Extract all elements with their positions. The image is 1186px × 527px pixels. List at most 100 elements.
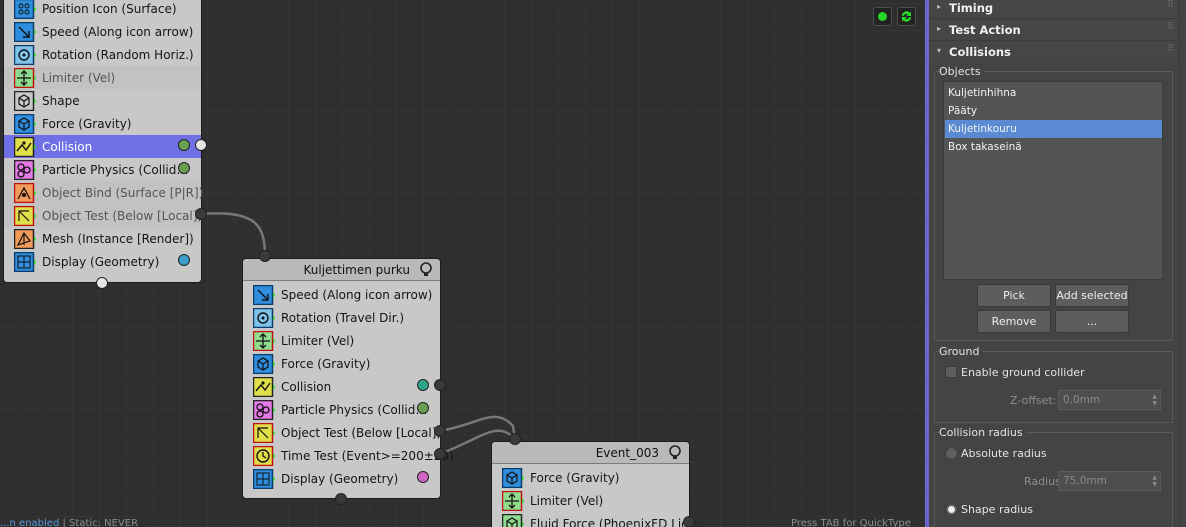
operator-label: Object Bind (Surface [P|R]) <box>42 185 204 200</box>
operator-row[interactable]: Mesh (Instance [Render]) <box>4 227 201 250</box>
node-a-test-output-port[interactable] <box>195 208 207 220</box>
operator-label: Mesh (Instance [Render]) <box>42 231 194 246</box>
radius-value[interactable]: 75,0mm <box>1063 475 1107 487</box>
operator-row[interactable]: Shape <box>4 89 201 112</box>
operator-row[interactable]: Force (Gravity) <box>243 352 440 375</box>
node-title[interactable]: Kuljettimen purku <box>243 259 440 281</box>
node-title[interactable]: Event_003 <box>492 442 689 464</box>
object-list-item[interactable]: Kuljetinhihna <box>945 84 1162 102</box>
node-b-bottom-port[interactable] <box>335 493 347 505</box>
operator-row[interactable]: Collision <box>243 375 440 398</box>
speed-icon <box>253 284 275 305</box>
operator-label: Force (Gravity) <box>281 356 371 371</box>
node-b-collision-output-port[interactable] <box>434 379 446 391</box>
particle-physics-port[interactable] <box>178 162 190 174</box>
node-b-time-test-output-port[interactable] <box>434 448 446 460</box>
node-b-object-test-output-port[interactable] <box>434 425 446 437</box>
operator-row[interactable]: Rotation (Random Horiz.) <box>4 43 201 66</box>
operator-row[interactable]: Object Test (Below [Local]) <box>4 204 202 227</box>
spinner-arrows-icon[interactable]: ▲ ▼ <box>1152 474 1157 488</box>
particle-physics-port[interactable] <box>417 402 429 414</box>
enable-ground-collider-checkbox[interactable] <box>945 366 957 378</box>
operator-row[interactable]: Rotation (Travel Dir.) <box>243 306 440 329</box>
rollout-test-action[interactable]: ▸ Test Action ⠿ <box>929 20 1177 41</box>
operator-label: Particle Physics (Collid… <box>281 402 428 417</box>
rollout-title: Timing <box>949 1 994 15</box>
operator-row[interactable]: Limiter (Vel) <box>243 329 440 352</box>
status-link[interactable]: ...n enabled <box>0 518 59 527</box>
bulb-icon[interactable] <box>668 445 682 461</box>
green-dot-button[interactable] <box>873 7 892 26</box>
object-list-item[interactable]: Pääty <box>945 102 1162 120</box>
operator-row[interactable]: Speed (Along icon arrow) <box>4 20 201 43</box>
operator-row[interactable]: Force (Gravity) <box>492 466 689 489</box>
object-test-icon <box>14 205 36 226</box>
grip-icon[interactable]: ⠿ <box>1167 22 1174 32</box>
rotation-icon <box>253 307 275 328</box>
rollout-timing[interactable]: ▸ Timing ⠿ <box>929 0 1177 19</box>
shape-radius-label[interactable]: Shape radius <box>961 503 1033 516</box>
refresh-icon[interactable] <box>897 7 916 26</box>
object-list-item[interactable]: Kuljetinkouru <box>945 120 1162 138</box>
operator-label: Speed (Along icon arrow) <box>42 24 194 39</box>
absolute-radius-radio[interactable] <box>945 447 958 460</box>
collision-port[interactable] <box>178 139 190 151</box>
bulb-icon[interactable] <box>419 262 433 278</box>
remove-button[interactable]: Remove <box>977 310 1051 333</box>
operator-row[interactable]: Particle Physics (Collid… <box>4 158 201 181</box>
time-test-icon <box>253 445 275 466</box>
operator-label: Speed (Along icon arrow) <box>281 287 433 302</box>
rollout-collisions[interactable]: ▾ Collisions ⠿ <box>929 42 1177 63</box>
zoffset-spinner[interactable]: 0,0mm ▲ ▼ <box>1058 390 1161 410</box>
force-icon <box>253 353 275 374</box>
object-test-icon <box>253 422 275 443</box>
expand-icon: ▸ <box>937 24 942 33</box>
rotation-icon <box>14 44 36 65</box>
node-b-input-port[interactable] <box>259 250 271 262</box>
operator-row[interactable]: Force (Gravity) <box>4 112 201 135</box>
operator-row[interactable]: Particle Physics (Collid… <box>243 398 440 421</box>
operator-row[interactable]: Display (Geometry) <box>243 467 440 490</box>
mesh-icon <box>14 228 36 249</box>
grip-icon[interactable]: ⠿ <box>1167 0 1174 10</box>
display-port[interactable] <box>417 471 429 483</box>
spinner-arrows-icon[interactable]: ▲ ▼ <box>1152 393 1157 407</box>
add-selected-button[interactable]: Add selected <box>1055 284 1129 307</box>
operator-row[interactable]: Object Bind (Surface [P|R]) <box>4 181 204 204</box>
zoffset-value[interactable]: 0,0mm <box>1063 394 1100 406</box>
event-node-kuljettimen-purku[interactable]: Kuljettimen purku Speed (Along icon arro… <box>242 258 454 499</box>
particle-view-canvas[interactable]: Position Icon (Surface) Speed (Along icon… <box>0 0 925 527</box>
node-a-input-port[interactable] <box>96 277 108 289</box>
limiter-icon <box>253 330 275 351</box>
event-node-main[interactable]: Position Icon (Surface) Speed (Along icon… <box>3 0 204 283</box>
radius-spinner[interactable]: 75,0mm ▲ ▼ <box>1058 471 1161 491</box>
operator-label: Position Icon (Surface) <box>42 1 177 16</box>
absolute-radius-label[interactable]: Absolute radius <box>961 447 1047 460</box>
objects-list[interactable]: Kuljetinhihna Pääty Kuljetinkouru Box takas… <box>943 81 1163 280</box>
operator-label: Force (Gravity) <box>530 470 620 485</box>
pick-button[interactable]: Pick <box>977 284 1051 307</box>
operator-label: Object Test (Below [Local]) <box>281 425 442 440</box>
node-a-output-port[interactable] <box>195 139 207 151</box>
grip-icon[interactable]: ⠿ <box>1167 44 1174 54</box>
operator-row[interactable]: Object Test (Below [Local]) <box>243 421 442 444</box>
operator-row[interactable]: Limiter (Vel) <box>492 489 689 512</box>
wire-object-test-to-kuljettimen-purku <box>200 212 267 257</box>
operator-row[interactable]: Position Icon (Surface) <box>4 0 201 20</box>
display-port[interactable] <box>178 254 190 266</box>
object-list-item[interactable]: Box takaseinä <box>945 138 1162 156</box>
event-node-event-003[interactable]: Event_003 Force (Gravity) Limiter (Vel) Fl… <box>491 441 701 527</box>
operator-row[interactable]: Collision <box>4 135 201 158</box>
node-c-input-port[interactable] <box>509 433 521 445</box>
operator-row[interactable]: Time Test (Event>=200±20) <box>243 444 454 467</box>
collision-port[interactable] <box>417 379 429 391</box>
operator-row[interactable]: Speed (Along icon arrow) <box>243 283 440 306</box>
operator-row[interactable]: Limiter (Vel) <box>4 66 201 89</box>
collision-icon <box>253 376 275 397</box>
shape-radius-radio[interactable] <box>945 503 958 516</box>
more-button[interactable]: ... <box>1055 310 1129 333</box>
operator-label: Display (Geometry) <box>281 471 399 486</box>
enable-ground-collider-label[interactable]: Enable ground collider <box>961 366 1085 379</box>
operator-row[interactable]: Display (Geometry) <box>4 250 201 273</box>
panel-scrollbar[interactable] <box>1179 0 1180 527</box>
